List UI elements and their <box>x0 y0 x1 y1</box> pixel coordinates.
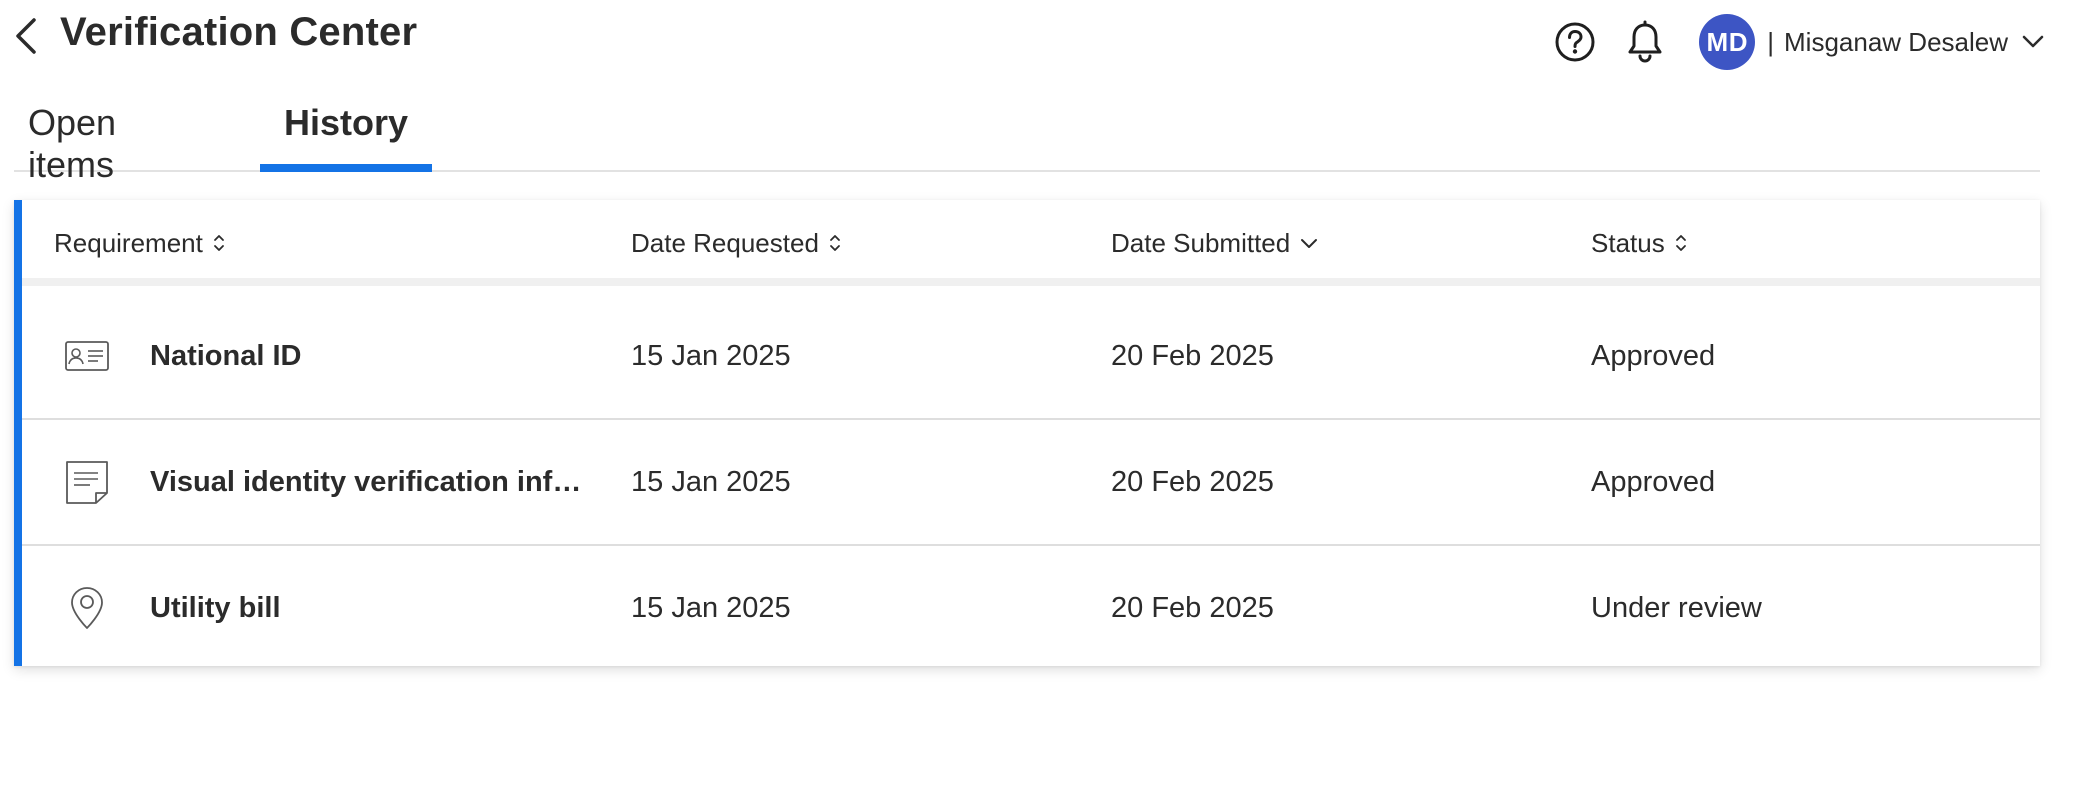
chevron-down-icon <box>2022 35 2044 48</box>
column-header-date-requested[interactable]: Date Requested <box>631 200 841 286</box>
date-submitted: 20 Feb 2025 <box>1111 591 1274 624</box>
tab-bar: Open items History <box>14 90 2040 185</box>
location-pin-icon <box>58 546 116 670</box>
document-icon <box>58 420 116 544</box>
sort-icon <box>1675 233 1687 253</box>
column-header-date-submitted[interactable]: Date Submitted <box>1111 200 1318 286</box>
column-label: Requirement <box>54 227 203 258</box>
column-header-requirement[interactable]: Requirement <box>54 200 225 286</box>
sort-icon <box>829 233 841 253</box>
table-header: Requirement Date Requested Date Submitte… <box>22 200 2040 286</box>
help-button[interactable] <box>1551 18 1599 66</box>
table-row[interactable]: National ID 15 Jan 2025 20 Feb 2025 Appr… <box>22 294 2040 420</box>
user-separator: | <box>1767 26 1775 57</box>
date-requested: 15 Jan 2025 <box>631 339 791 372</box>
column-label: Date Submitted <box>1111 227 1291 258</box>
history-table: Requirement Date Requested Date Submitte… <box>14 200 2040 666</box>
requirement-name: Visual identity verification inf… <box>150 465 582 498</box>
user-menu-toggle[interactable] <box>2022 35 2044 49</box>
sort-descending-icon <box>1300 237 1318 249</box>
status-text: Approved <box>1591 465 1716 498</box>
active-tab-indicator <box>260 164 432 172</box>
header-actions: MD | Misganaw Desalew <box>1551 12 2044 72</box>
user-name[interactable]: Misganaw Desalew <box>1784 27 2008 58</box>
help-icon <box>1555 22 1595 62</box>
requirement-name: Utility bill <box>150 591 281 624</box>
tab-open-items[interactable]: Open items <box>28 90 206 185</box>
bell-icon <box>1628 20 1662 63</box>
tab-history[interactable]: History <box>260 90 432 172</box>
date-requested: 15 Jan 2025 <box>631 465 791 498</box>
sort-icon <box>213 233 225 253</box>
table-row[interactable]: Utility bill 15 Jan 2025 20 Feb 2025 Und… <box>22 546 2040 672</box>
status-text: Approved <box>1591 339 1716 372</box>
column-label: Date Requested <box>631 227 819 258</box>
column-label: Status <box>1591 227 1665 258</box>
avatar-initials: MD <box>1706 26 1748 57</box>
user-avatar[interactable]: MD <box>1699 14 1756 70</box>
id-card-icon <box>58 294 116 418</box>
verification-center-page: Verification Center MD | Misganaw Desale… <box>0 0 2084 807</box>
status-text: Under review <box>1591 591 1762 624</box>
date-requested: 15 Jan 2025 <box>631 591 791 624</box>
page-title: Verification Center <box>60 10 418 54</box>
date-submitted: 20 Feb 2025 <box>1111 465 1274 498</box>
column-header-status[interactable]: Status <box>1591 200 1687 286</box>
back-button[interactable] <box>8 12 44 60</box>
back-chevron-icon <box>16 18 36 54</box>
requirement-name: National ID <box>150 339 302 372</box>
date-submitted: 20 Feb 2025 <box>1111 339 1274 372</box>
notifications-button[interactable] <box>1621 18 1669 66</box>
table-row[interactable]: Visual identity verification inf… 15 Jan… <box>22 420 2040 546</box>
